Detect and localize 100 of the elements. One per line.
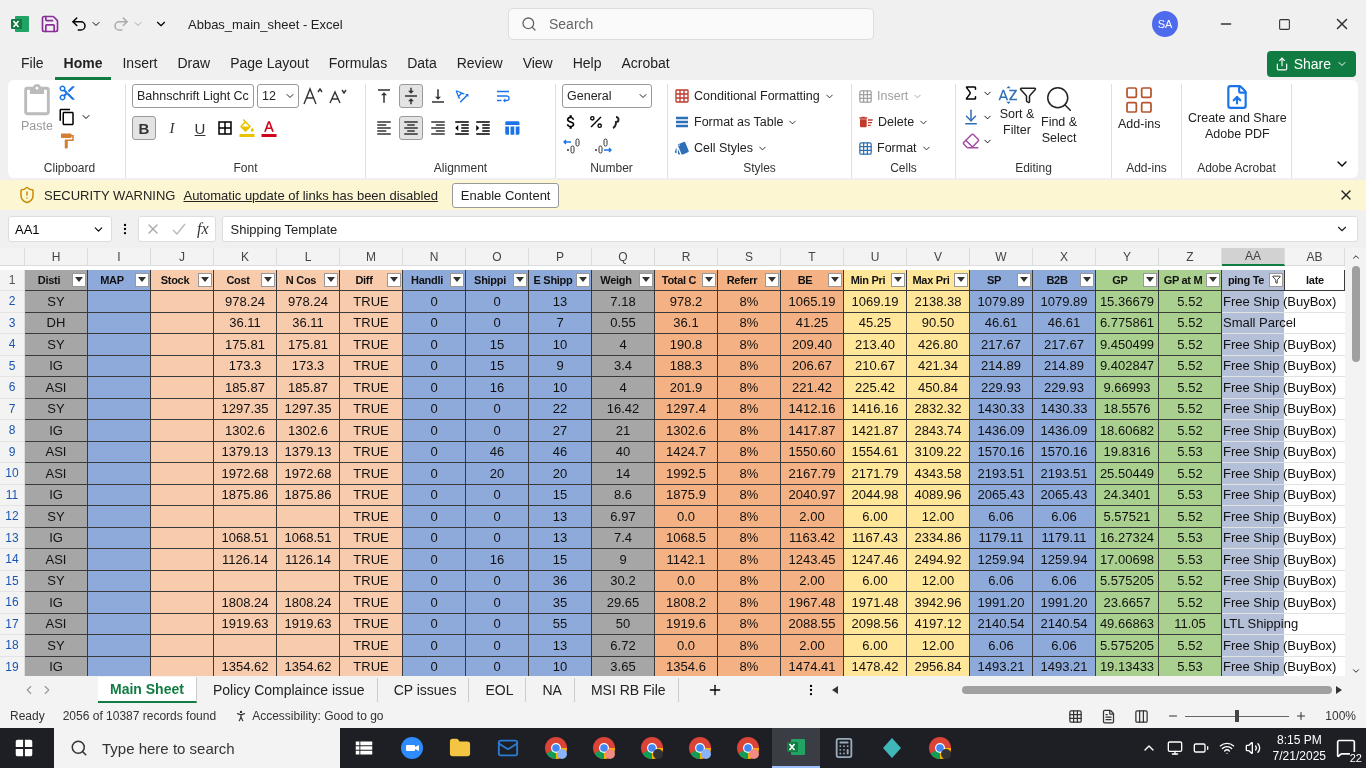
cut-icon[interactable] — [58, 84, 76, 102]
zoom-slider-thumb[interactable] — [1235, 710, 1240, 722]
fill-icon[interactable] — [962, 108, 980, 126]
filter-dropdown-button[interactable] — [198, 272, 212, 287]
filter-dropdown-button[interactable] — [135, 272, 149, 287]
volume-icon[interactable] — [1244, 740, 1261, 756]
sort-filter-button[interactable]: Sort & Filter — [997, 84, 1037, 161]
sheet-tab[interactable]: NA — [530, 678, 575, 702]
comma-style-icon[interactable] — [612, 115, 620, 129]
column-header[interactable]: L — [277, 248, 340, 266]
sheet-tab[interactable]: Main Sheet — [98, 677, 197, 703]
browser-icon[interactable] — [640, 736, 664, 760]
browser-icon[interactable] — [736, 736, 760, 760]
row-number[interactable]: 1 — [0, 269, 25, 291]
horizontal-scrollbar[interactable] — [832, 684, 1342, 696]
cells-button[interactable]: Delete — [858, 110, 932, 134]
insert-function-icon[interactable]: fx — [197, 220, 209, 238]
filter-applied-button[interactable] — [1269, 272, 1283, 287]
grow-font-icon[interactable] — [302, 86, 324, 106]
row-number[interactable]: 5 — [0, 355, 25, 377]
taskbar-search-field[interactable]: Type here to search — [54, 728, 340, 768]
excel-logo-icon[interactable] — [786, 737, 806, 757]
row-number[interactable]: 18 — [0, 635, 25, 657]
orientation-icon[interactable] — [453, 87, 471, 105]
column-header[interactable]: I — [88, 248, 151, 266]
row-number[interactable]: 8 — [0, 420, 25, 442]
clock[interactable]: 8:15 PM 7/21/2025 — [1272, 732, 1326, 764]
column-header[interactable]: Y — [1096, 248, 1159, 266]
add-ins-button[interactable]: Add-ins — [1118, 84, 1161, 161]
column-header[interactable]: AA — [1222, 248, 1285, 266]
sheet-tab[interactable]: Policy Complaince issue — [200, 678, 378, 702]
excel-logo-icon[interactable] — [10, 14, 30, 34]
filter-dropdown-button[interactable] — [954, 272, 968, 287]
undo-icon[interactable] — [70, 15, 88, 33]
browser-icon[interactable] — [688, 736, 712, 760]
enable-content-button[interactable]: Enable Content — [451, 182, 560, 208]
row-number[interactable]: 13 — [0, 527, 25, 549]
sheet-tab[interactable]: MSI RB File — [578, 678, 679, 702]
formula-field[interactable]: Shipping Template — [221, 216, 1358, 242]
filter-dropdown-button[interactable] — [765, 272, 779, 287]
column-header[interactable]: N — [403, 248, 466, 266]
share-button[interactable]: Share — [1266, 51, 1356, 77]
sheet-tab[interactable]: EOL — [473, 678, 527, 702]
start-icon[interactable] — [13, 737, 35, 759]
filter-dropdown-button[interactable] — [387, 272, 401, 287]
filter-dropdown-button[interactable] — [261, 272, 275, 287]
menu-tab[interactable]: Help — [563, 48, 611, 80]
percent-icon[interactable] — [588, 114, 604, 130]
filter-dropdown-button[interactable] — [1206, 272, 1220, 287]
save-icon[interactable] — [40, 14, 60, 34]
search-field[interactable]: Search — [508, 8, 874, 40]
display-icon[interactable] — [1166, 740, 1183, 756]
filter-dropdown-button[interactable] — [1017, 272, 1031, 287]
format-painter-icon[interactable] — [58, 132, 76, 150]
column-header[interactable]: W — [970, 248, 1033, 266]
browser-icon[interactable] — [928, 736, 952, 760]
vertical-align-toggle[interactable] — [399, 84, 423, 108]
folder-icon[interactable] — [449, 737, 471, 759]
font-size-dropdown[interactable]: 12 — [257, 84, 299, 108]
warning-link[interactable]: Automatic update of links has been disabled — [183, 187, 438, 203]
font-style-toggle[interactable]: B — [132, 116, 156, 140]
row-number[interactable]: 17 — [0, 613, 25, 635]
page-layout-icon[interactable] — [1101, 708, 1117, 724]
menu-tab[interactable]: View — [513, 48, 562, 80]
horizontal-align-toggle[interactable] — [399, 116, 423, 140]
column-header[interactable]: K — [214, 248, 277, 266]
column-header[interactable]: P — [529, 248, 592, 266]
row-number[interactable]: 7 — [0, 398, 25, 420]
calculator-icon[interactable] — [833, 737, 855, 759]
battery-icon[interactable] — [1192, 740, 1209, 756]
menu-tab[interactable]: Review — [447, 48, 512, 80]
styles-button[interactable]: Cell Styles — [674, 136, 835, 160]
diamond-icon[interactable] — [881, 737, 903, 759]
menu-tab[interactable]: Formulas — [319, 48, 397, 80]
row-number[interactable]: 6 — [0, 377, 25, 399]
check-icon[interactable] — [171, 221, 187, 237]
row-number[interactable]: 10 — [0, 463, 25, 485]
row-number[interactable]: 3 — [0, 312, 25, 334]
filter-dropdown-button[interactable] — [639, 272, 653, 287]
font-style-toggle[interactable]: U — [188, 116, 212, 140]
styles-button[interactable]: Format as Table — [674, 110, 835, 134]
column-header[interactable]: T — [781, 248, 844, 266]
menu-tab[interactable]: Insert — [113, 48, 167, 80]
borders-icon[interactable] — [216, 119, 234, 137]
filter-dropdown-button[interactable] — [324, 272, 338, 287]
scroll-thumb[interactable] — [962, 686, 1332, 694]
column-header[interactable]: H — [25, 248, 88, 266]
video-camera-icon[interactable] — [400, 736, 424, 760]
number-format-dropdown[interactable]: General — [562, 84, 652, 108]
row-number[interactable]: 11 — [0, 484, 25, 506]
menu-tab[interactable]: Page Layout — [221, 48, 318, 80]
menu-tab[interactable]: Acrobat — [612, 48, 679, 80]
page-break-icon[interactable] — [1134, 708, 1150, 724]
column-header[interactable]: J — [151, 248, 214, 266]
mail-icon[interactable] — [497, 737, 519, 759]
font-style-toggle[interactable]: I — [160, 116, 184, 140]
copy-icon[interactable] — [58, 108, 76, 126]
restore-icon[interactable] — [1277, 17, 1291, 31]
menu-tab[interactable]: File — [12, 48, 53, 80]
increase-indent-icon[interactable] — [474, 119, 492, 137]
